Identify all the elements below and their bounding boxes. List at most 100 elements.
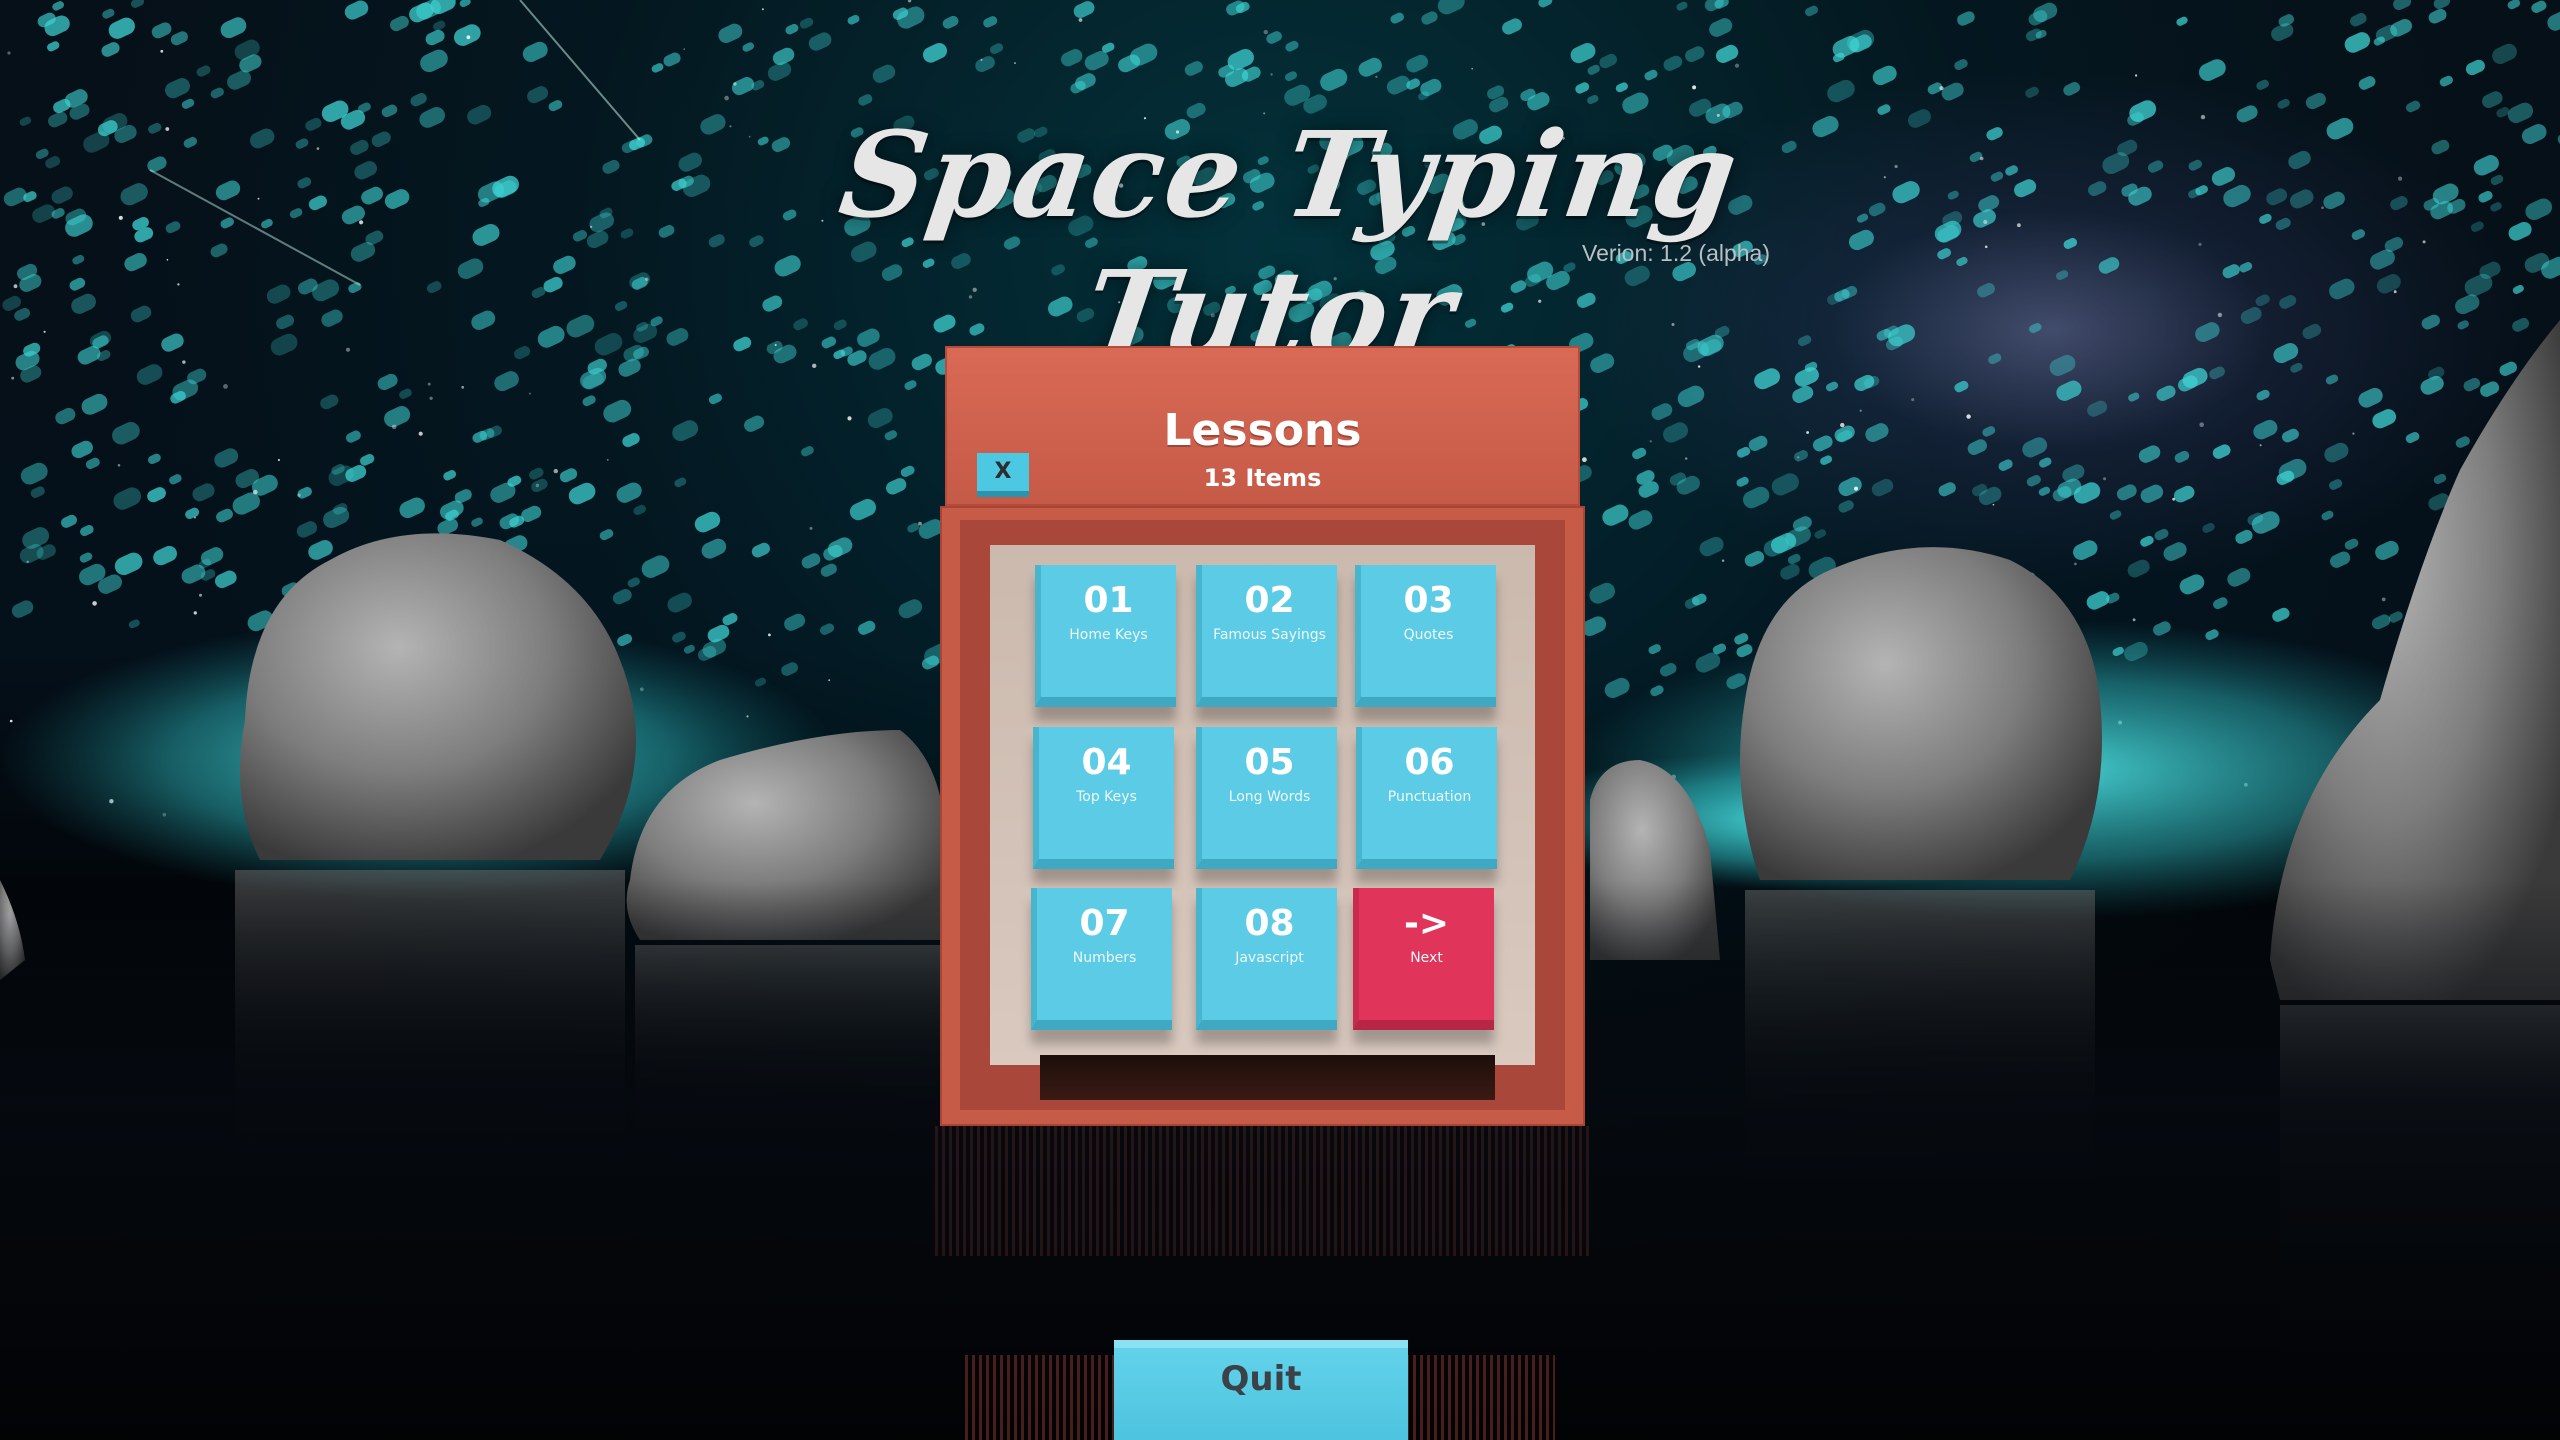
- particle: [1734, 633, 1749, 645]
- particle: [672, 631, 686, 643]
- particle: [1892, 181, 1920, 204]
- star: [1375, 75, 1378, 78]
- star: [2321, 206, 2324, 209]
- star: [2135, 74, 2138, 77]
- quit-button[interactable]: Quit: [1114, 1340, 1408, 1440]
- particle: [808, 32, 832, 51]
- particle: [2026, 475, 2041, 487]
- particle: [161, 333, 184, 352]
- star: [429, 396, 433, 400]
- star: [2259, 444, 2262, 447]
- lesson-label: Quotes: [1403, 627, 1454, 643]
- particle: [2275, 217, 2291, 230]
- particle: [2406, 100, 2421, 113]
- particle: [898, 599, 923, 619]
- particle: [210, 87, 224, 99]
- particle: [2005, 165, 2018, 176]
- star: [118, 215, 123, 220]
- star: [277, 458, 280, 462]
- particle: [377, 373, 398, 391]
- lesson-tile-05[interactable]: 05 Long Words: [1196, 727, 1337, 869]
- lesson-tile-03[interactable]: 03 Quotes: [1355, 565, 1496, 707]
- star: [418, 431, 423, 436]
- particle: [2098, 257, 2120, 274]
- particle: [261, 218, 273, 229]
- particle: [14, 307, 31, 321]
- particle: [51, 186, 73, 204]
- particle: [2326, 117, 2354, 140]
- star: [1014, 62, 1016, 64]
- particle: [1587, 64, 1600, 75]
- star: [847, 416, 852, 421]
- particle: [1648, 644, 1661, 655]
- particle: [1967, 439, 1987, 455]
- particle: [658, 224, 675, 238]
- particle: [616, 482, 642, 503]
- particle: [2439, 75, 2453, 87]
- next-page-button[interactable]: -> Next: [1353, 888, 1494, 1030]
- particle: [2557, 130, 2560, 146]
- particle: [1947, 190, 1959, 200]
- particle: [722, 613, 738, 626]
- particle: [708, 234, 725, 248]
- particle: [1977, 282, 1995, 298]
- particle: [1872, 65, 1897, 86]
- star: [165, 127, 170, 131]
- particle: [1954, 380, 1969, 393]
- particle: [2256, 79, 2269, 90]
- particle: [2188, 159, 2203, 171]
- lesson-tile-06[interactable]: 06 Punctuation: [1356, 727, 1497, 869]
- star: [166, 259, 169, 261]
- particle: [113, 487, 142, 510]
- particle: [2195, 322, 2220, 343]
- star: [26, 560, 29, 563]
- lesson-tile-02[interactable]: 02 Famous Sayings: [1196, 565, 1337, 707]
- particle: [35, 148, 49, 160]
- particle: [2463, 377, 2481, 392]
- particle: [2198, 59, 2226, 82]
- star: [1734, 63, 1740, 68]
- particle: [1954, 59, 1968, 71]
- particle: [457, 258, 484, 280]
- particle: [2163, 542, 2187, 561]
- particle: [108, 17, 135, 39]
- particle: [2140, 535, 2154, 547]
- particle: [2281, 428, 2299, 443]
- particle: [1677, 385, 1705, 408]
- lesson-tile-07[interactable]: 07 Numbers: [1031, 888, 1172, 1030]
- particle: [2039, 457, 2052, 468]
- particle: [276, 314, 295, 330]
- particle: [612, 588, 632, 605]
- particle: [102, 8, 115, 19]
- particle: [371, 131, 391, 147]
- star: [1911, 398, 1915, 402]
- star: [907, 0, 912, 3]
- particle: [2325, 374, 2339, 385]
- particle: [537, 325, 565, 348]
- particle: [614, 301, 628, 312]
- star: [724, 95, 729, 101]
- close-button[interactable]: X: [977, 453, 1029, 497]
- particle: [784, 613, 806, 631]
- particle: [266, 284, 291, 304]
- particle: [572, 230, 588, 242]
- particle: [799, 17, 814, 29]
- particle: [153, 545, 177, 566]
- particle: [1771, 473, 1799, 496]
- particle: [1615, 82, 1628, 93]
- particle: [130, 305, 152, 323]
- particle: [443, 470, 457, 481]
- star: [2398, 176, 2403, 181]
- particle: [2236, 105, 2258, 123]
- lesson-tile-04[interactable]: 04 Top Keys: [1033, 727, 1174, 869]
- particle: [1871, 478, 1894, 497]
- particle: [297, 177, 312, 189]
- lesson-tile-01[interactable]: 01 Home Keys: [1035, 565, 1176, 707]
- particle: [1073, 1, 1095, 18]
- star: [2132, 618, 2136, 622]
- particle: [2022, 437, 2048, 458]
- lesson-tile-08[interactable]: 08 Javascript: [1196, 888, 1337, 1030]
- particle: [471, 517, 483, 527]
- particle: [1587, 94, 1599, 105]
- particle: [1589, 582, 1616, 604]
